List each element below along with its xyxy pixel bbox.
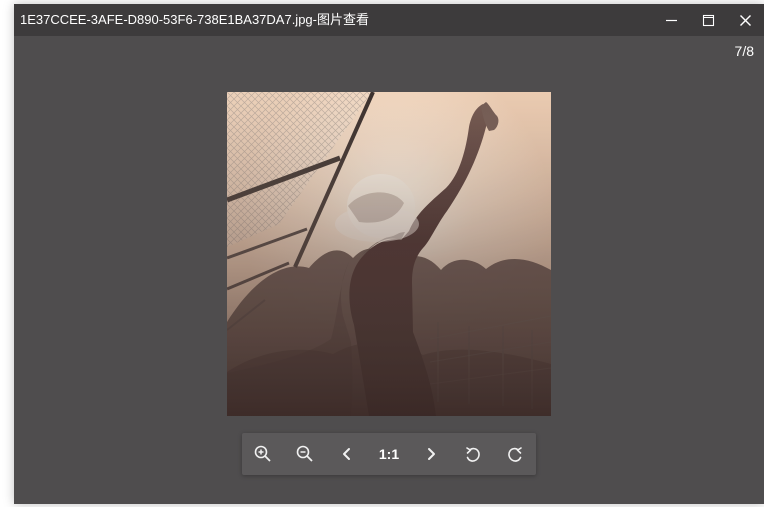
rotate-right-button[interactable] (494, 433, 536, 475)
zoom-out-icon (296, 445, 314, 463)
maximize-button[interactable] (690, 4, 727, 36)
rotate-left-button[interactable] (452, 433, 494, 475)
close-button[interactable] (727, 4, 764, 36)
zoom-in-icon (254, 445, 272, 463)
actual-size-button[interactable]: 1:1 (368, 433, 410, 475)
close-icon (739, 14, 752, 27)
backlit-person-photo (227, 92, 551, 416)
window-title: 1E37CCEE-3AFE-D890-53F6-738E1BA37DA7.jpg… (20, 12, 369, 27)
minimize-icon (665, 14, 678, 27)
next-image-button[interactable] (410, 433, 452, 475)
actual-size-label: 1:1 (378, 446, 400, 462)
image-viewer-window: 1E37CCEE-3AFE-D890-53F6-738E1BA37DA7.jpg… (14, 4, 764, 504)
zoom-in-button[interactable] (242, 433, 284, 475)
maximize-icon (702, 14, 715, 27)
photo-viewport (227, 92, 551, 416)
next-icon (424, 446, 438, 462)
zoom-out-button[interactable] (284, 433, 326, 475)
title-bar[interactable]: 1E37CCEE-3AFE-D890-53F6-738E1BA37DA7.jpg… (14, 4, 764, 36)
window-controls (653, 4, 764, 36)
rotate-right-icon (506, 445, 524, 463)
previous-image-button[interactable] (326, 433, 368, 475)
image-toolbar: 1:1 (242, 433, 536, 475)
rotate-left-icon (464, 445, 482, 463)
image-counter: 7/8 (734, 43, 754, 59)
minimize-button[interactable] (653, 4, 690, 36)
previous-icon (340, 446, 354, 462)
